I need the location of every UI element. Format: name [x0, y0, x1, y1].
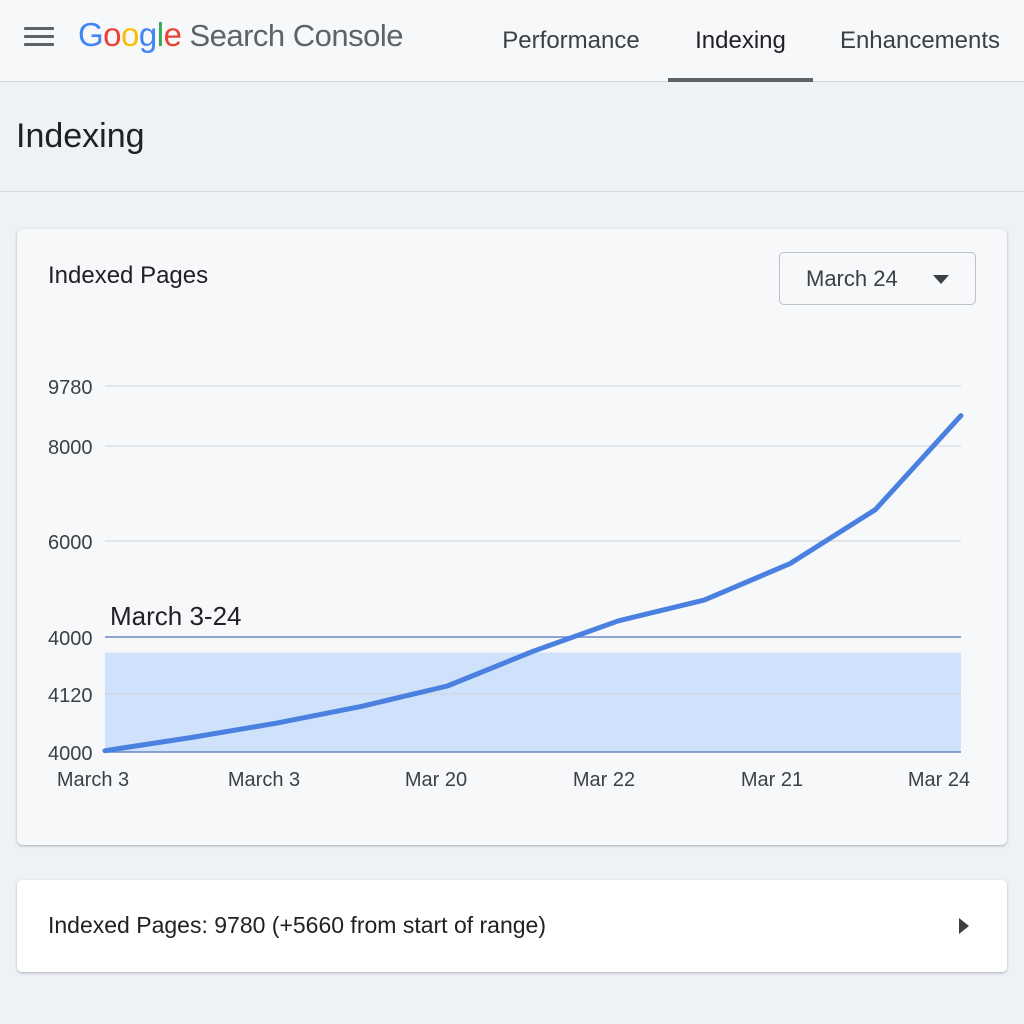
- tab-indexing[interactable]: Indexing: [668, 0, 813, 82]
- y-tick-label: 8000: [48, 437, 93, 459]
- logo-letter: G: [78, 16, 104, 53]
- x-tick-label: Mar 20: [405, 769, 467, 791]
- x-tick-label: Mar 21: [741, 769, 803, 791]
- google-logo-text: Google: [78, 16, 182, 54]
- logo-letter: o: [103, 16, 122, 53]
- logo-letter: o: [121, 16, 139, 53]
- product-name: Search Console: [189, 18, 404, 53]
- logo-letter: l: [156, 16, 164, 53]
- tab-performance[interactable]: Performance: [482, 0, 660, 82]
- page-title: Indexing: [16, 117, 145, 155]
- x-tick-label: March 3: [228, 769, 300, 791]
- tab-enhancements[interactable]: Enhancements: [826, 0, 1014, 82]
- summary-row[interactable]: Indexed Pages: 9780 (+5660 from start of…: [17, 880, 1007, 972]
- y-tick-label: 6000: [48, 532, 93, 554]
- x-tick-label: Mar 22: [573, 769, 635, 791]
- page-header: Indexing: [0, 83, 1024, 192]
- x-tick-label: March 3: [57, 769, 129, 791]
- chevron-right-icon: [959, 918, 969, 934]
- y-tick-label: 9780: [48, 377, 93, 399]
- app-logo[interactable]: Google Search Console: [78, 16, 404, 60]
- x-tick-label: Mar 24: [908, 769, 970, 791]
- summary-text: Indexed Pages: 9780 (+5660 from start of…: [48, 912, 547, 938]
- y-tick-label: 4120: [48, 685, 93, 707]
- indexed-pages-card: Indexed Pages March 24 9780 8000 6000 4000 4…: [17, 229, 1007, 845]
- hamburger-menu-icon[interactable]: [22, 24, 56, 50]
- y-tick-label: 4000: [48, 743, 93, 765]
- band-label: March 3-24: [110, 601, 242, 631]
- top-bar: Google Search Console Performance Indexi…: [0, 0, 1024, 82]
- indexed-pages-chart: 9780 8000 6000 4000 4120 4000 March 3 March 3 Ma…: [48, 377, 970, 791]
- logo-letter: g: [138, 16, 157, 53]
- y-tick-label: 4000: [48, 628, 93, 650]
- highlight-band: [105, 652, 961, 752]
- logo-letter: e: [163, 16, 182, 53]
